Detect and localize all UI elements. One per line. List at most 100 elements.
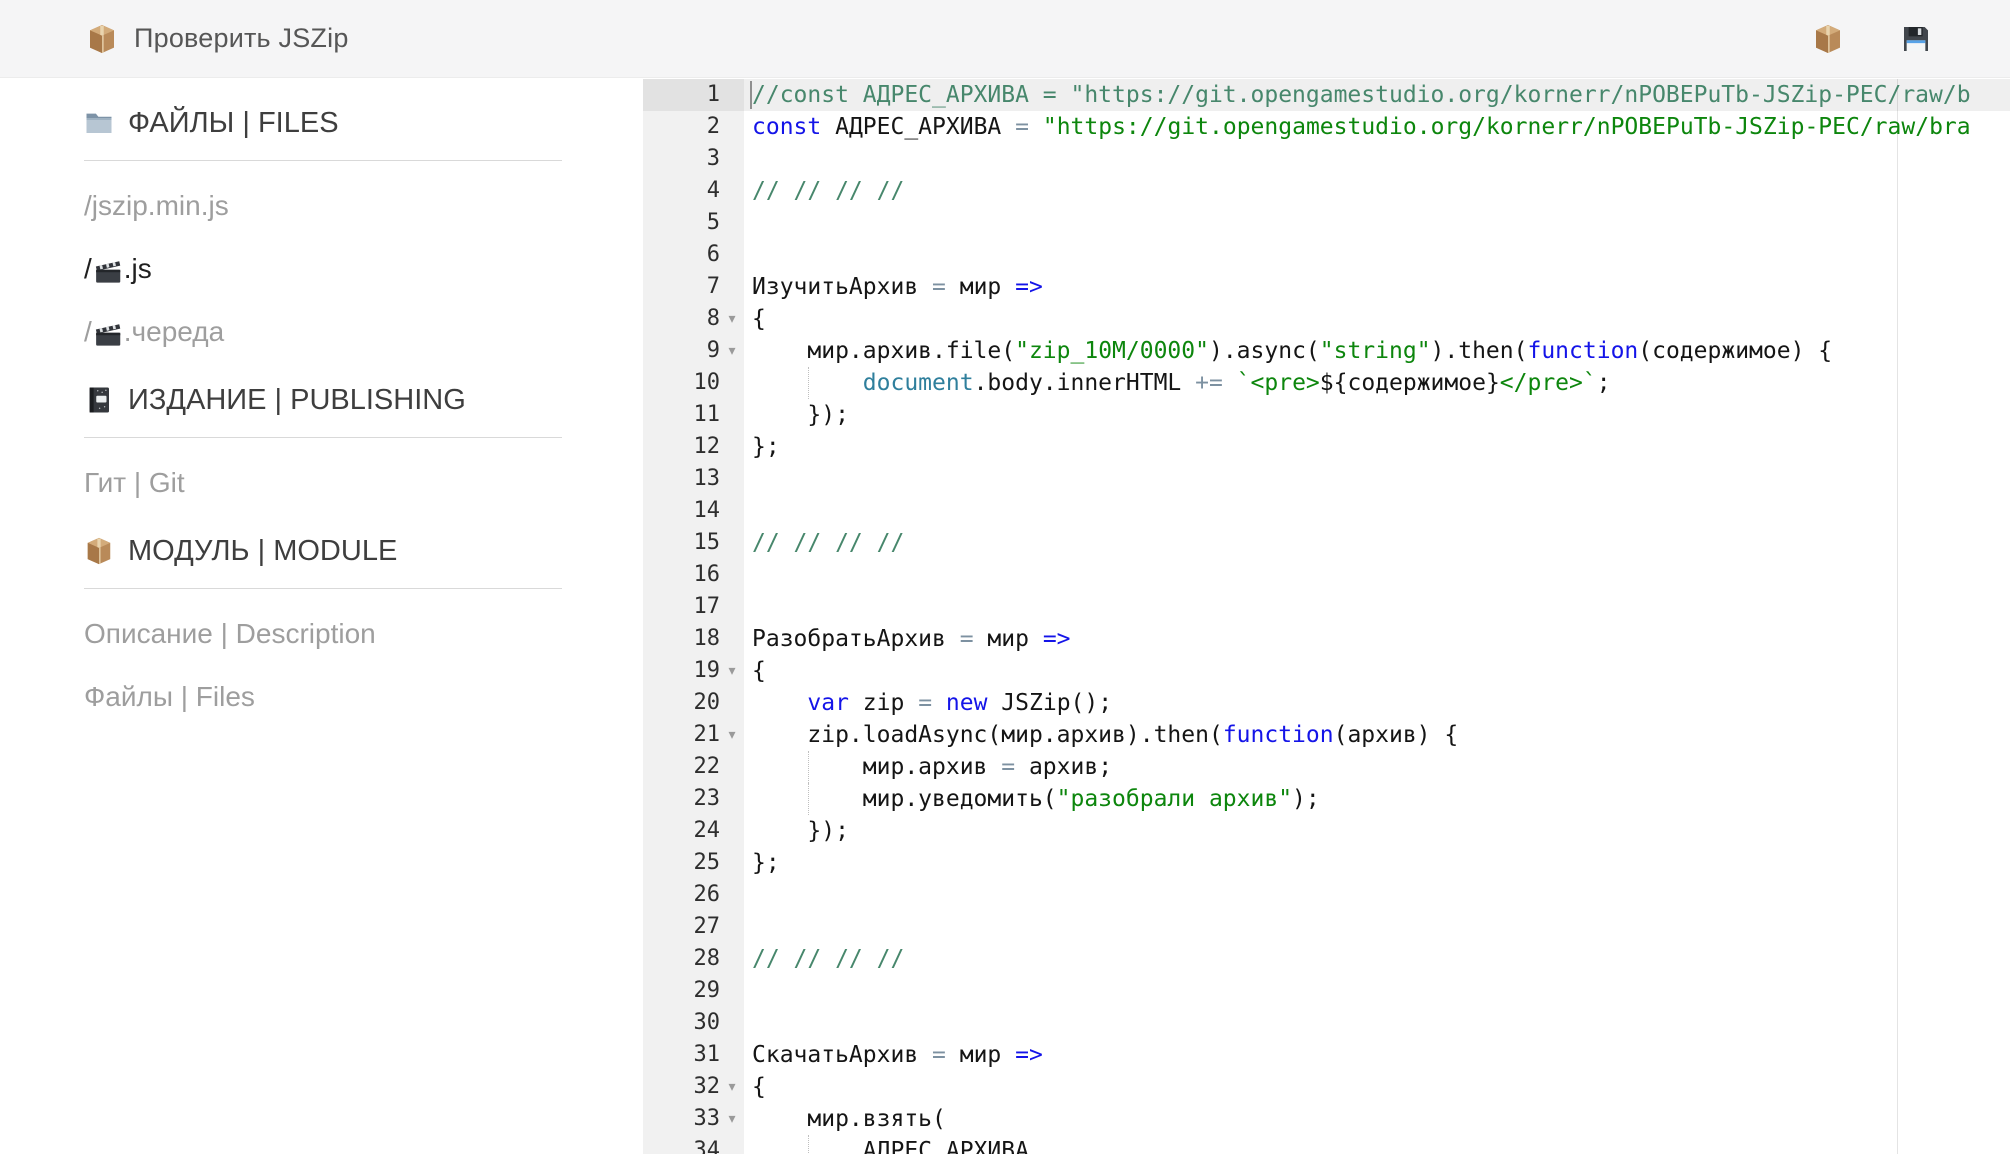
gutter-line-number: 31▾ — [643, 1039, 744, 1071]
code-line[interactable]: 32▾{ — [643, 1071, 2010, 1103]
sidebar-item-git[interactable]: Гит | Git — [84, 465, 643, 501]
fold-toggle-icon[interactable]: ▾ — [720, 303, 744, 335]
sidebar-section-label: ИЗДАНИЕ | PUBLISHING — [128, 380, 466, 420]
code-line[interactable]: 31▾СкачатьАрхив = мир => — [643, 1039, 2010, 1071]
code-line-text: мир.архив.file("zip_10M/0000").async("st… — [744, 335, 2010, 367]
code-line-text: //const АДРЕС_АРХИВА = "https://git.open… — [744, 79, 2010, 111]
fold-toggle-icon[interactable]: ▾ — [720, 719, 744, 751]
code-line[interactable]: 30▾ — [643, 1007, 2010, 1039]
token-plain: мир.архив — [752, 754, 1001, 780]
code-line[interactable]: 33▾ мир.взять( — [643, 1103, 2010, 1135]
code-line[interactable]: 21▾ zip.loadAsync(мир.архив).then(functi… — [643, 719, 2010, 751]
code-line[interactable]: 7▾ИзучитьАрхив = мир => — [643, 271, 2010, 303]
gutter-line-number: 20▾ — [643, 687, 744, 719]
code-line[interactable]: 18▾РазобратьАрхив = мир => — [643, 623, 2010, 655]
gutter-line-number: 10▾ — [643, 367, 744, 399]
gutter-line-number: 4▾ — [643, 175, 744, 207]
code-line[interactable]: 9▾ мир.архив.file("zip_10M/0000").async(… — [643, 335, 2010, 367]
gutter-line-number: 3▾ — [643, 143, 744, 175]
token-keyword: function — [1223, 722, 1334, 748]
code-line[interactable]: 19▾{ — [643, 655, 2010, 687]
fold-toggle-icon[interactable]: ▾ — [720, 1071, 744, 1103]
sidebar-item-label: .череда — [124, 314, 224, 350]
token-operator: += — [1195, 370, 1223, 396]
code-line[interactable]: 17▾ — [643, 591, 2010, 623]
gutter-line-number: 7▾ — [643, 271, 744, 303]
code-line[interactable]: 1▾//const АДРЕС_АРХИВА = "https://git.op… — [643, 79, 2010, 111]
code-line[interactable]: 24▾ }); — [643, 815, 2010, 847]
token-plain: }; — [752, 434, 780, 460]
code-line[interactable]: 13▾ — [643, 463, 2010, 495]
code-line-text — [744, 1007, 2010, 1039]
token-keyword: new — [946, 690, 988, 716]
token-keyword: const — [752, 114, 821, 140]
fold-toggle-icon[interactable]: ▾ — [720, 655, 744, 687]
token-support: document — [863, 370, 974, 396]
gutter-line-number: 22▾ — [643, 751, 744, 783]
app-header: Проверить JSZip — [0, 0, 2010, 78]
fold-toggle-icon[interactable]: ▾ — [720, 1103, 744, 1135]
token-plain: }); — [752, 402, 849, 428]
sidebar-item-label: Файлы | Files — [84, 679, 255, 715]
code-line[interactable]: 10▾ document.body.innerHTML += `<pre>${с… — [643, 367, 2010, 399]
code-line[interactable]: 26▾ — [643, 879, 2010, 911]
code-line[interactable]: 25▾}; — [643, 847, 2010, 879]
sidebar-divider — [84, 437, 562, 438]
code-editor[interactable]: 1▾//const АДРЕС_АРХИВА = "https://git.op… — [643, 79, 2010, 1154]
code-line[interactable]: 28▾ // // // // — [643, 943, 2010, 975]
code-line[interactable]: 14▾ — [643, 495, 2010, 527]
code-line[interactable]: 11▾ }); — [643, 399, 2010, 431]
token-plain: мир — [946, 274, 1015, 300]
fold-toggle-icon[interactable]: ▾ — [720, 335, 744, 367]
code-line-text — [744, 143, 2010, 175]
code-line[interactable]: 4▾// // // // — [643, 175, 2010, 207]
code-line[interactable]: 2▾const АДРЕС_АРХИВА = "https://git.open… — [643, 111, 2010, 143]
code-line-text: zip.loadAsync(мир.архив).then(function(а… — [744, 719, 2010, 751]
gutter-line-number: 16▾ — [643, 559, 744, 591]
token-plain: zip.loadAsync(мир.архив).then( — [752, 722, 1223, 748]
gutter-line-number: 17▾ — [643, 591, 744, 623]
code-line[interactable]: 5▾ — [643, 207, 2010, 239]
token-plain: ); — [1292, 786, 1320, 812]
code-line-text: { — [744, 303, 2010, 335]
sidebar-divider — [84, 160, 562, 161]
code-line[interactable]: 20▾ var zip = new JSZip(); — [643, 687, 2010, 719]
code-line-text: }); — [744, 399, 2010, 431]
gutter-line-number: 18▾ — [643, 623, 744, 655]
module-button[interactable] — [1812, 23, 1844, 55]
token-operator: = — [932, 1042, 946, 1068]
token-plain: .body.innerHTML — [974, 370, 1196, 396]
token-comment: // // // // — [752, 946, 904, 972]
token-plain: { — [752, 306, 766, 332]
sidebar-item-label: .js — [124, 251, 152, 287]
code-line-text — [744, 463, 2010, 495]
sidebar-section-module: МОДУЛЬ | MODULE — [84, 531, 643, 571]
save-button[interactable] — [1900, 23, 1932, 55]
token-plain: }; — [752, 850, 780, 876]
sidebar-file-jszip-min-js[interactable]: /jszip.min.js — [84, 188, 643, 224]
sidebar-file-scenario-js[interactable]: /.js — [84, 251, 643, 287]
code-line-text — [744, 207, 2010, 239]
code-line-text: { — [744, 1071, 2010, 1103]
code-line[interactable]: 23▾ мир.уведомить("разобрали архив"); — [643, 783, 2010, 815]
code-line[interactable]: 29▾ — [643, 975, 2010, 1007]
code-line[interactable]: 3▾ — [643, 143, 2010, 175]
code-line[interactable]: 22▾ мир.архив = архив; — [643, 751, 2010, 783]
sidebar-file-scenario-chereda[interactable]: /.череда — [84, 314, 643, 350]
sidebar-item-description[interactable]: Описание | Description — [84, 616, 643, 652]
gutter-line-number: 28▾ — [643, 943, 744, 975]
token-comment: //const АДРЕС_АРХИВА = "https://git.open… — [752, 82, 1971, 108]
gutter-line-number: 30▾ — [643, 1007, 744, 1039]
code-line[interactable]: 16▾ — [643, 559, 2010, 591]
code-line[interactable]: 15▾// // // // — [643, 527, 2010, 559]
token-string: "разобрали архив" — [1057, 786, 1292, 812]
code-line[interactable]: 27▾ — [643, 911, 2010, 943]
sidebar-item-files[interactable]: Файлы | Files — [84, 679, 643, 715]
sidebar-divider — [84, 588, 562, 589]
code-line[interactable]: 6▾ — [643, 239, 2010, 271]
token-plain: JSZip(); — [987, 690, 1112, 716]
code-line-text: }); — [744, 815, 2010, 847]
code-line[interactable]: 34▾ АДРЕС_АРХИВА — [643, 1135, 2010, 1154]
code-line[interactable]: 12▾}; — [643, 431, 2010, 463]
code-line[interactable]: 8▾{ — [643, 303, 2010, 335]
